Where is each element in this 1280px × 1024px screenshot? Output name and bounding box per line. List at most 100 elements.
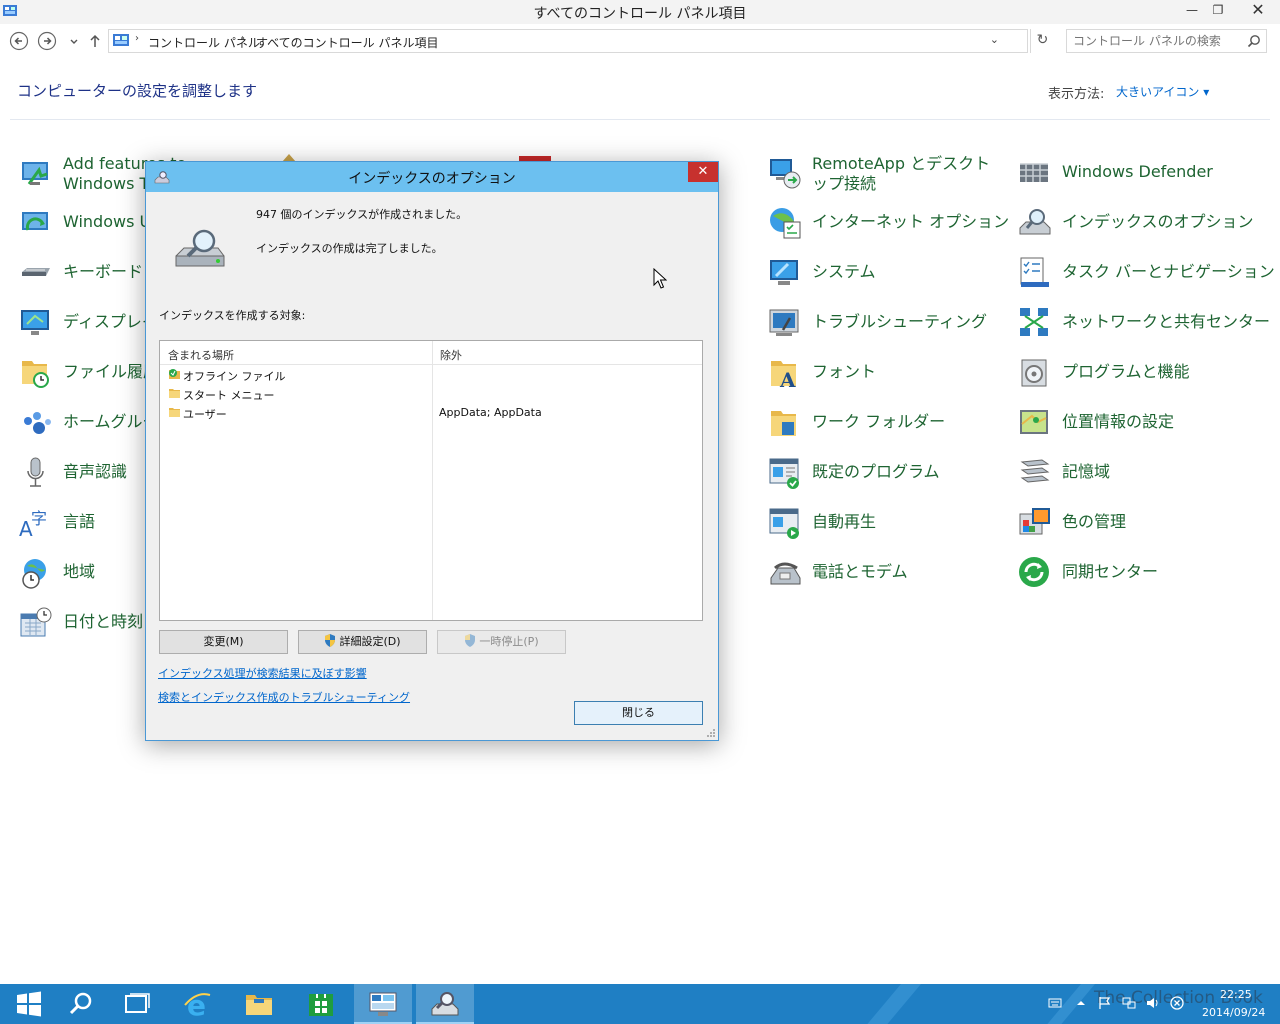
search-box[interactable] [1066, 29, 1267, 53]
keyboard-tray-icon[interactable] [1048, 996, 1062, 1010]
cp-item-default-programs[interactable]: 既定のプログラム [768, 456, 988, 496]
cp-item-system[interactable]: システム [768, 256, 988, 296]
file-history-icon [22, 361, 49, 388]
table-row[interactable]: オフライン ファイル [160, 366, 702, 385]
clock-time[interactable]: 22:25 [1220, 988, 1252, 1001]
internet-explorer-button[interactable]: e [168, 984, 226, 1024]
troubleshoot-indexing-link[interactable]: 検索とインデックス作成のトラブルシューティング [158, 689, 410, 705]
dialog-close-button[interactable]: ✕ [688, 162, 718, 182]
chevron-up-icon[interactable] [1074, 996, 1088, 1010]
cp-item-label: 位置情報の設定 [1062, 412, 1175, 431]
file-explorer-button[interactable] [230, 984, 288, 1024]
location-cell: ユーザー [183, 408, 227, 421]
page-title: コンピューターの設定を調整します [17, 82, 258, 100]
cp-item-sync-center[interactable]: 同期センター [1018, 556, 1258, 596]
cp-item-windows-update[interactable]: Windows Up [19, 206, 161, 246]
header-divider [10, 119, 1270, 120]
cp-item-troubleshooting[interactable]: トラブルシューティング [768, 306, 988, 346]
internet-explorer-icon: e [184, 989, 211, 1019]
cp-item-label: 言語 [63, 512, 96, 531]
address-bar[interactable]: › コントロール パネル › すべてのコントロール パネル項目 ⌄ [108, 29, 1028, 53]
add-features-icon [22, 162, 48, 185]
system-icon [770, 260, 798, 285]
cp-item-work-folders[interactable]: ワーク フォルダー [768, 406, 988, 446]
cp-item-display[interactable]: ディスプレイ [19, 306, 158, 346]
close-button[interactable]: 閉じる [574, 701, 703, 725]
minimize-button[interactable]: — [1180, 0, 1204, 22]
cp-item-label: 音声認識 [63, 462, 128, 481]
cp-item-remoteapp[interactable]: RemoteApp とデスクトップ接続 [768, 154, 1008, 196]
cp-item-date-time[interactable]: 日付と時刻 [19, 606, 145, 646]
task-view-button[interactable] [108, 984, 166, 1024]
flag-icon[interactable] [1098, 996, 1112, 1010]
uac-shield-icon [325, 634, 336, 647]
search-taskbar-button[interactable] [52, 984, 110, 1024]
storage-spaces-icon [1020, 459, 1050, 483]
cp-item-autoplay[interactable]: 自動再生 [768, 506, 988, 546]
breadcrumb-separator[interactable]: › [135, 33, 139, 44]
column-header-included[interactable]: 含まれる場所 [168, 347, 234, 363]
breadcrumb-all-items[interactable]: すべてのコントロール パネル項目 [256, 34, 439, 51]
cp-item-speech-recognition[interactable]: 音声認識 [19, 456, 145, 496]
start-button[interactable] [0, 984, 58, 1024]
address-dropdown-icon[interactable]: ⌄ [990, 33, 999, 46]
windows-logo-icon [17, 991, 41, 1017]
column-header-exclude[interactable]: 除外 [440, 347, 462, 363]
cp-item-location-settings[interactable]: 位置情報の設定 [1018, 406, 1258, 446]
cp-item-region[interactable]: 地域 [19, 556, 145, 596]
uac-shield-icon [465, 634, 476, 647]
back-button[interactable] [9, 31, 29, 51]
resize-grip-icon[interactable] [706, 728, 716, 738]
forward-button[interactable] [37, 31, 57, 51]
microphone-icon [27, 457, 44, 487]
refresh-button[interactable]: ↻ [1030, 29, 1054, 53]
dialog-titlebar[interactable]: インデックスのオプション [146, 162, 718, 192]
address-row: › コントロール パネル › すべてのコントロール パネル項目 ⌄ ↻ [0, 26, 1280, 56]
fonts-icon: A [771, 361, 796, 390]
cp-item-phone-modem[interactable]: 電話とモデム [768, 556, 988, 596]
cp-item-keyboard[interactable]: キーボード [19, 256, 145, 296]
cp-item-label: ディスプレイ [63, 312, 158, 331]
network-icon[interactable] [1122, 996, 1136, 1010]
pause-button[interactable]: 一時停止(P) [437, 630, 566, 654]
cp-item-network-sharing[interactable]: ネットワークと共有センター [1018, 306, 1270, 346]
forward-arrow-icon [37, 31, 57, 51]
clock-date[interactable]: 2014/09/24 [1202, 1006, 1265, 1019]
up-button[interactable] [85, 31, 103, 51]
cp-item-programs-features[interactable]: プログラムと機能 [1018, 356, 1258, 396]
index-target-label: インデックスを作成する対象: [159, 309, 306, 322]
control-panel-taskbar-button[interactable] [354, 984, 412, 1024]
volume-icon[interactable] [1146, 996, 1160, 1010]
advanced-button[interactable]: 詳細設定(D) [298, 630, 427, 654]
table-row[interactable]: ユーザー AppData; AppData [160, 404, 702, 423]
indexing-options-taskbar-button[interactable] [416, 984, 474, 1024]
cp-item-label: システム [812, 262, 876, 281]
dialog-title: インデックスのオプション [348, 171, 516, 187]
action-center-icon[interactable] [1170, 996, 1184, 1010]
cp-item-indexing-options[interactable]: インデックスのオプション [1018, 206, 1258, 246]
control-panel-icon [369, 992, 397, 1016]
indexed-locations-table[interactable]: 含まれる場所 除外 オフライン ファイル スタート メニュー ユーザー AppD… [159, 340, 703, 621]
recent-locations-button[interactable] [64, 31, 78, 51]
cp-item-windows-defender[interactable]: Windows Defender [1018, 156, 1258, 196]
cp-item-color-management[interactable]: 色の管理 [1018, 506, 1258, 546]
display-icon [21, 310, 49, 335]
store-button[interactable] [292, 984, 350, 1024]
cp-item-taskbar-navigation[interactable]: タスク バーとナビゲーション [1018, 256, 1275, 296]
close-window-button[interactable]: ✕ [1244, 0, 1272, 22]
taskbar-navigation-icon [1020, 257, 1049, 287]
troubleshooting-icon [769, 309, 799, 336]
cp-item-internet-options[interactable]: インターネット オプション [768, 206, 1009, 246]
cp-item-storage-spaces[interactable]: 記憶域 [1018, 456, 1258, 496]
indexing-effect-link[interactable]: インデックス処理が検索結果に及ぼす影響 [158, 665, 367, 681]
view-by-dropdown[interactable]: 大きいアイコン ▾ [1116, 83, 1209, 100]
cp-item-file-history[interactable]: ファイル履歴 [19, 356, 159, 396]
search-input[interactable] [1073, 33, 1243, 49]
table-row[interactable]: スタート メニュー [160, 385, 702, 404]
cp-item-language[interactable]: A字 言語 [19, 506, 145, 546]
cp-item-homegroup[interactable]: ホームグループ [19, 406, 174, 446]
modify-button[interactable]: 変更(M) [159, 630, 288, 654]
cp-item-fonts[interactable]: A フォント [768, 356, 988, 396]
restore-button[interactable]: ❐ [1206, 0, 1230, 22]
breadcrumb-separator[interactable]: › [241, 33, 245, 44]
